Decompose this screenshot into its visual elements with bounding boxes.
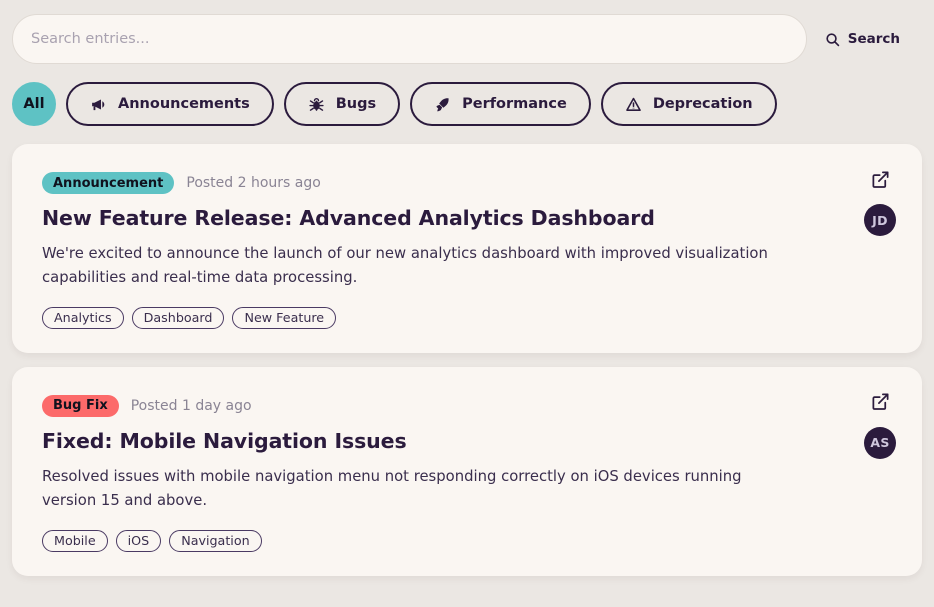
search-button-label: Search [847, 31, 900, 47]
entry-tag-list: Mobile iOS Navigation [42, 529, 892, 552]
bug-icon [308, 96, 325, 113]
filter-pill-group: All Announcements Bugs Performance Depre… [12, 80, 922, 128]
status-badge: Announcement [42, 172, 175, 194]
filter-pill-all[interactable]: All [12, 82, 56, 126]
filter-pill-bugs-label: Bugs [335, 96, 377, 112]
avatar[interactable]: AS [864, 426, 896, 459]
entry-tag[interactable]: Dashboard [131, 306, 225, 329]
status-badge: Bug Fix [42, 394, 119, 417]
rocket-icon [434, 96, 451, 113]
warning-triangle-icon [625, 96, 642, 113]
entry-title: Fixed: Mobile Navigation Issues [42, 428, 407, 453]
entry-card[interactable]: Bug Fix Posted 1 day ago Fixed: Mobile N… [12, 366, 922, 576]
entry-timestamp: Posted 2 hours ago [186, 175, 321, 191]
filter-pill-deprecation-label: Deprecation [652, 96, 753, 112]
external-link-icon[interactable] [869, 391, 891, 413]
filter-pill-announcements-label: Announcements [118, 96, 250, 112]
entry-tag-list: Analytics Dashboard New Feature [42, 306, 892, 329]
entry-card-actions: JD [864, 168, 896, 236]
filter-pill-all-label: All [23, 96, 45, 112]
entry-tag[interactable]: Analytics [42, 306, 124, 329]
filter-pill-performance-label: Performance [462, 96, 567, 112]
entry-tag[interactable]: iOS [115, 529, 162, 552]
search-input-wrapper[interactable] [12, 14, 807, 64]
entry-body: We're excited to announce the launch of … [42, 245, 768, 287]
entry-body: Resolved issues with mobile navigation m… [42, 467, 742, 510]
entry-title: New Feature Release: Advanced Analytics … [42, 206, 655, 230]
search-button[interactable]: Search [807, 14, 922, 64]
external-link-icon[interactable] [869, 168, 891, 190]
search-bar: Search [12, 14, 922, 64]
filter-pill-deprecation[interactable]: Deprecation [600, 82, 777, 126]
filter-pill-bugs[interactable]: Bugs [283, 82, 401, 126]
filter-pill-performance[interactable]: Performance [410, 82, 591, 126]
entry-card[interactable]: Announcement Posted 2 hours ago New Feat… [12, 144, 922, 353]
entry-tag[interactable]: Navigation [169, 529, 262, 552]
filter-pill-announcements[interactable]: Announcements [66, 82, 274, 126]
search-input[interactable] [31, 31, 788, 47]
search-icon [825, 32, 840, 47]
megaphone-icon [90, 96, 107, 113]
page-root: Search All Announcements [0, 0, 934, 607]
entry-tag[interactable]: New Feature [232, 306, 337, 329]
entry-card-actions: AS [864, 391, 896, 459]
avatar[interactable]: JD [864, 204, 896, 236]
entry-tag[interactable]: Mobile [42, 529, 108, 552]
entry-timestamp: Posted 1 day ago [130, 397, 252, 414]
entry-card-header: Announcement Posted 2 hours ago [42, 172, 892, 194]
entry-card-header: Bug Fix Posted 1 day ago [42, 394, 892, 417]
